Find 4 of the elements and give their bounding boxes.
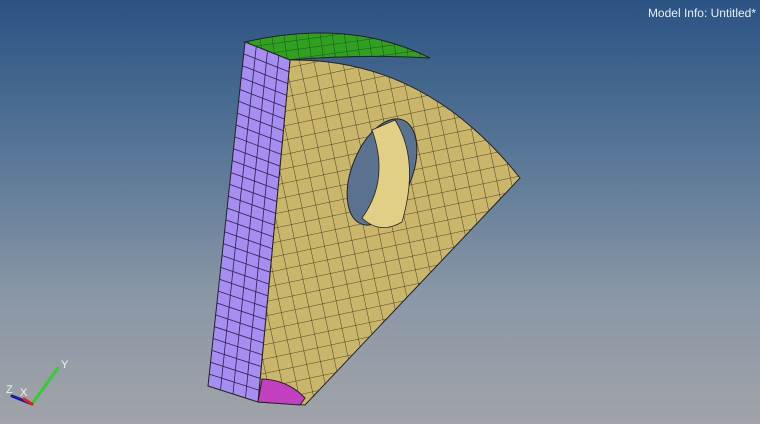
model-info-label: Model Info: Untitled* <box>648 6 756 20</box>
axis-label: Y <box>61 359 68 371</box>
axis-label: X <box>20 387 28 399</box>
axis-label: Z <box>6 384 13 396</box>
